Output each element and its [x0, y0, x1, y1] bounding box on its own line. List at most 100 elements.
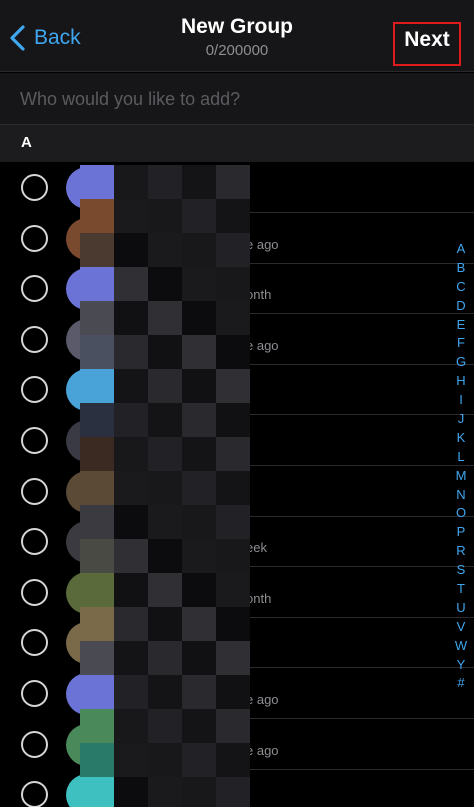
- select-checkbox[interactable]: [21, 427, 48, 454]
- select-checkbox[interactable]: [21, 629, 48, 657]
- title-block: New Group 0/200000: [137, 14, 337, 61]
- index-letter[interactable]: A: [457, 240, 466, 259]
- redaction-pixel: [148, 335, 182, 369]
- index-letter[interactable]: J: [458, 410, 465, 429]
- redaction-pixel: [182, 165, 216, 199]
- redaction-pixel: [148, 743, 182, 777]
- redaction-pixel: [114, 233, 148, 267]
- index-letter[interactable]: V: [457, 618, 466, 637]
- redaction-pixel: [216, 165, 250, 199]
- redaction-pixel: [148, 165, 182, 199]
- redaction-pixel: [148, 641, 182, 675]
- redaction-pixel: [80, 777, 114, 807]
- search-bar: [0, 73, 474, 125]
- select-checkbox[interactable]: [21, 275, 48, 303]
- index-letter[interactable]: L: [457, 448, 464, 467]
- last-seen-status: e ago: [246, 236, 279, 252]
- redaction-pixel: [80, 539, 114, 573]
- redaction-pixel: [80, 437, 114, 471]
- redaction-pixel: [114, 573, 148, 607]
- redaction-pixel: [148, 777, 182, 807]
- index-letter[interactable]: H: [456, 372, 465, 391]
- select-checkbox[interactable]: [21, 528, 48, 556]
- redaction-pixel: [216, 641, 250, 675]
- redaction-pixel: [114, 743, 148, 777]
- redaction-pixel: [148, 301, 182, 335]
- last-seen-status: e ago: [246, 742, 279, 758]
- index-letter[interactable]: U: [456, 599, 465, 618]
- index-letter[interactable]: I: [459, 391, 463, 410]
- index-letter[interactable]: M: [456, 467, 467, 486]
- redaction-pixel: [148, 369, 182, 403]
- redaction-pixel: [216, 539, 250, 573]
- back-label: Back: [34, 26, 81, 49]
- select-checkbox[interactable]: [21, 477, 48, 505]
- redaction-pixel: [182, 199, 216, 233]
- redaction-pixel: [80, 403, 114, 437]
- select-checkbox[interactable]: [21, 174, 48, 201]
- index-letter[interactable]: G: [456, 353, 466, 372]
- index-letter[interactable]: S: [457, 561, 466, 580]
- index-letter[interactable]: N: [456, 486, 465, 505]
- redaction-pixel: [182, 301, 216, 335]
- redaction-pixel: [182, 437, 216, 471]
- redaction-pixel: [148, 607, 182, 641]
- redaction-pixel: [182, 471, 216, 505]
- index-letter[interactable]: W: [455, 637, 467, 656]
- nav-bar: Back New Group 0/200000 Next: [0, 0, 474, 72]
- redaction-pixel: [148, 709, 182, 743]
- redaction-pixel: [182, 233, 216, 267]
- select-checkbox[interactable]: [21, 781, 48, 807]
- select-checkbox[interactable]: [21, 224, 48, 252]
- select-checkbox[interactable]: [21, 730, 48, 758]
- redaction-pixel: [148, 199, 182, 233]
- search-input[interactable]: [20, 85, 450, 113]
- redaction-pixel: [114, 641, 148, 675]
- index-letter[interactable]: F: [457, 334, 465, 353]
- redaction-pixel: [148, 437, 182, 471]
- next-button[interactable]: Next: [393, 22, 461, 66]
- redaction-pixel: [148, 539, 182, 573]
- chevron-left-icon: [10, 25, 25, 51]
- index-letter[interactable]: P: [457, 523, 466, 542]
- redaction-pixel: [216, 607, 250, 641]
- index-letter[interactable]: C: [456, 278, 465, 297]
- redaction-pixel: [114, 301, 148, 335]
- redaction-pixel: [216, 403, 250, 437]
- back-button[interactable]: Back: [8, 22, 81, 54]
- redaction-pixel: [114, 539, 148, 573]
- index-letter[interactable]: E: [457, 316, 466, 335]
- index-letter[interactable]: K: [457, 429, 466, 448]
- index-letter[interactable]: R: [456, 542, 465, 561]
- redaction-pixel: [114, 471, 148, 505]
- redaction-pixel: [216, 335, 250, 369]
- redaction-pixel: [80, 335, 114, 369]
- select-checkbox[interactable]: [21, 578, 48, 606]
- redaction-pixel: [216, 675, 250, 709]
- index-letter[interactable]: D: [456, 297, 465, 316]
- redaction-pixel: [182, 743, 216, 777]
- select-checkbox[interactable]: [21, 680, 48, 707]
- redaction-pixel: [216, 199, 250, 233]
- index-letter[interactable]: #: [457, 674, 464, 693]
- redaction-pixel: [80, 301, 114, 335]
- redaction-pixel: [182, 777, 216, 807]
- redaction-pixel: [114, 777, 148, 807]
- index-letter[interactable]: Y: [457, 656, 466, 675]
- redaction-pixel: [216, 267, 250, 301]
- redaction-pixel: [216, 573, 250, 607]
- redaction-pixel: [182, 403, 216, 437]
- last-seen-status: e ago: [246, 337, 279, 353]
- redaction-pixel: [216, 709, 250, 743]
- redaction-pixel: [148, 233, 182, 267]
- index-letter[interactable]: B: [457, 259, 466, 278]
- select-checkbox[interactable]: [21, 325, 48, 353]
- index-letter[interactable]: T: [457, 580, 465, 599]
- redaction-pixel: [114, 335, 148, 369]
- redaction-pixel: [216, 471, 250, 505]
- index-letter[interactable]: O: [456, 504, 466, 523]
- select-checkbox[interactable]: [21, 376, 48, 404]
- alphabet-index[interactable]: A B C D E F G H I J K L M N O P R S T U V W Y #: [450, 240, 472, 693]
- redaction-pixel: [182, 641, 216, 675]
- redaction-pixel: [182, 709, 216, 743]
